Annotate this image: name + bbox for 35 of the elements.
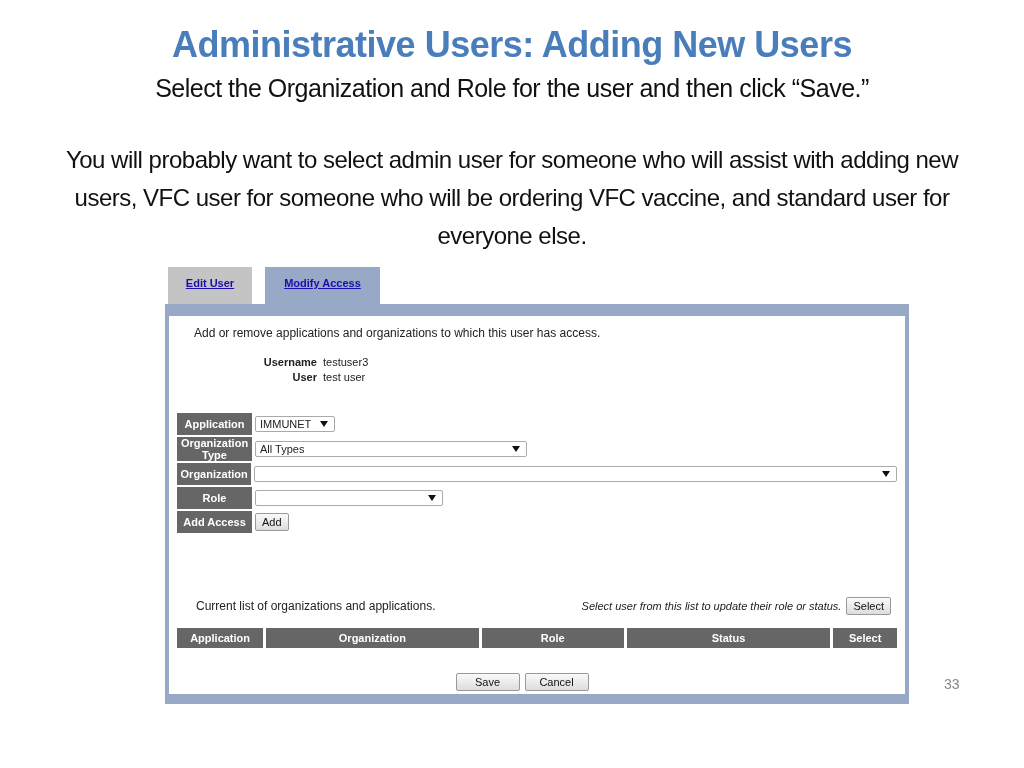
column-header: Role: [481, 628, 624, 648]
slide-title: Administrative Users: Adding New Users: [172, 24, 852, 66]
form-label: Add Access: [177, 511, 252, 533]
dropdown[interactable]: [255, 490, 443, 506]
slide-subtitle: Select the Organization and Role for the user and then click “Save.”: [155, 74, 869, 103]
column-header: Status: [626, 628, 831, 648]
select-hint: Select user from this list to update their role or status.: [581, 600, 842, 612]
field-label: User: [291, 371, 317, 383]
dropdown[interactable]: [254, 466, 897, 482]
tab[interactable]: Modify Access: [265, 267, 380, 304]
cancel-button[interactable]: Cancel: [524, 673, 589, 691]
field-label: Username: [262, 356, 317, 368]
add-button[interactable]: Add: [255, 513, 289, 531]
form-label: Role: [177, 487, 252, 509]
field-value: test user: [323, 371, 366, 383]
caret-icon: [512, 446, 520, 452]
column-header: Select: [833, 628, 897, 648]
column-header: Application: [177, 628, 264, 648]
caret-icon: [882, 471, 890, 477]
caret-icon: [428, 495, 436, 501]
dropdown[interactable]: All Types: [255, 441, 527, 457]
caret-icon: [320, 421, 328, 427]
select-button[interactable]: Select: [846, 597, 891, 615]
page-number: 33: [944, 676, 960, 692]
dropdown[interactable]: IMMUNET: [255, 416, 335, 432]
intro-text: Add or remove applications and organizations to which this user has access.: [194, 326, 602, 340]
form-label: Organization Type: [177, 437, 252, 461]
save-button[interactable]: Save: [455, 673, 520, 691]
field-value: testuser3: [323, 356, 369, 368]
tab[interactable]: Edit User: [168, 267, 252, 304]
form-label: Application: [177, 413, 252, 435]
list-caption: Current list of organizations and applications.: [196, 599, 436, 613]
column-header: Organization: [266, 628, 479, 648]
form-label: Organization: [177, 463, 252, 485]
slide-paragraph: You will probably want to select admin user for someone who will assist with adding new users, VFC user for someone who will be ordering VFC vaccine, and standard user for everyone else.: [64, 145, 960, 251]
